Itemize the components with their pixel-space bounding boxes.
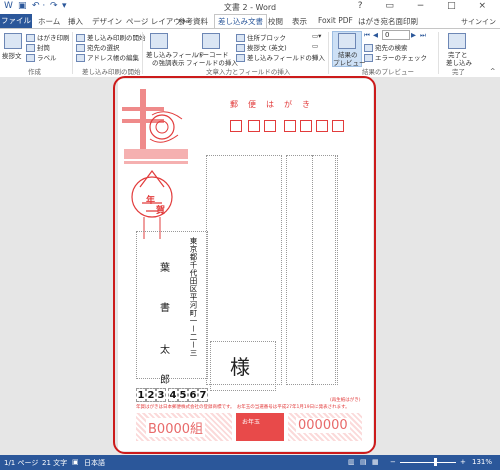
- group-label-fields: 文章入力とフィールドの挿入: [206, 68, 291, 76]
- update-labels-icon[interactable]: ▭: [312, 52, 318, 60]
- record-number-input[interactable]: 0: [382, 30, 410, 40]
- tab-foxit[interactable]: Foxit PDF: [318, 16, 353, 25]
- tab-references[interactable]: 参考資料: [178, 16, 208, 27]
- select-recipients-button[interactable]: 宛先の選択: [76, 42, 120, 52]
- word-count[interactable]: 21 文字: [42, 458, 67, 468]
- zoom-slider[interactable]: [400, 462, 456, 463]
- read-mode-icon[interactable]: ▥: [348, 458, 355, 466]
- collapse-ribbon-icon[interactable]: ^: [490, 67, 495, 75]
- last-record-icon[interactable]: ⏭: [420, 31, 426, 40]
- greeting-button[interactable]: 挨拶文: [2, 50, 22, 60]
- greeting-line-icon: [236, 44, 245, 52]
- ribbon: 挨拶文 はがき印刷 封筒 ラベル 作成 差し込み印刷の開始 宛先の選択 アドレス…: [0, 28, 500, 78]
- window-controls[interactable]: ? ▭ − □ ×: [358, 1, 496, 11]
- tab-design[interactable]: デザイン: [92, 16, 122, 27]
- highlight-fields-icon: [150, 33, 168, 49]
- recipients-icon: [76, 44, 85, 52]
- group-label-finish: 完了: [452, 68, 465, 76]
- start-merge-button[interactable]: 差し込み印刷の開始: [76, 32, 146, 42]
- postcard-icon: [26, 34, 35, 42]
- print-layout-icon[interactable]: ▤: [360, 458, 367, 466]
- zoom-in-icon[interactable]: +: [460, 458, 466, 466]
- highlight-outline: [113, 76, 376, 454]
- edit-list-icon: [76, 54, 85, 62]
- zoom-level[interactable]: 131%: [472, 458, 492, 466]
- tab-insert[interactable]: 挿入: [68, 16, 83, 27]
- web-layout-icon[interactable]: ▦: [372, 458, 379, 466]
- address-block-button[interactable]: 住所ブロック: [236, 32, 286, 42]
- divider: [438, 32, 439, 74]
- preview-icon: [338, 33, 356, 49]
- label-icon: [26, 54, 35, 62]
- insert-field-icon: [236, 54, 245, 62]
- greeting-icon: [4, 33, 22, 49]
- ribbon-tabs: ファイル ホーム 挿入 デザイン ページ レイアウト 参考資料 差し込み文書 校…: [0, 14, 500, 28]
- zoom-out-icon[interactable]: −: [390, 458, 396, 466]
- signin-link[interactable]: サインイン: [461, 17, 496, 27]
- zoom-slider-thumb[interactable]: [434, 458, 437, 466]
- barcode-icon: [202, 33, 220, 49]
- find-icon: [364, 44, 373, 52]
- edit-list-button[interactable]: アドレス帳の編集: [76, 52, 139, 62]
- title-bar: W ▣ ↶ · ↷ ▾ 文書 2 - Word ? ▭ − □ ×: [0, 0, 500, 14]
- tab-file[interactable]: ファイル: [0, 14, 32, 28]
- status-bar: 1/1 ページ 21 文字 ▣ 日本語 ▥ ▤ ▦ − + 131%: [0, 455, 500, 470]
- divider: [72, 32, 73, 74]
- group-label-preview: 結果のプレビュー: [362, 68, 414, 76]
- prev-record-icon[interactable]: ◀: [373, 31, 378, 39]
- first-record-icon[interactable]: ⏮: [364, 31, 370, 40]
- tab-mailings[interactable]: 差し込み文書: [214, 14, 267, 28]
- envelope-icon: [26, 44, 35, 52]
- tab-view[interactable]: 表示: [292, 16, 307, 27]
- divider: [328, 32, 329, 74]
- label-button[interactable]: ラベル: [26, 52, 57, 62]
- divider: [142, 32, 143, 74]
- postcard-print-button[interactable]: はがき印刷: [26, 32, 70, 42]
- rules-icon[interactable]: ▭▾: [312, 32, 321, 40]
- tab-hagaki[interactable]: はがき宛名面印刷: [358, 16, 418, 27]
- next-record-icon[interactable]: ▶: [411, 31, 416, 39]
- language[interactable]: 日本語: [84, 458, 105, 468]
- envelope-button[interactable]: 封筒: [26, 42, 50, 52]
- page-count[interactable]: 1/1 ページ: [4, 458, 38, 468]
- find-recipient-button[interactable]: 宛先の検索: [364, 42, 408, 52]
- group-label-create: 作成: [28, 68, 41, 76]
- address-block-icon: [236, 34, 245, 42]
- tab-review[interactable]: 校閲: [268, 16, 283, 27]
- highlight-fields-button-line2[interactable]: の強調表示: [152, 57, 185, 67]
- document-icon: [76, 34, 85, 42]
- preview-button-label-2: プレビュー: [333, 59, 366, 67]
- proofing-icon[interactable]: ▣: [72, 458, 79, 466]
- greeting-line-button[interactable]: 挨拶文 (英文): [236, 42, 287, 52]
- group-label-start: 差し込み印刷の開始: [82, 68, 141, 76]
- match-fields-icon[interactable]: ▭: [312, 42, 318, 50]
- check-icon: [364, 54, 373, 62]
- finish-merge-icon: [448, 33, 466, 49]
- tab-home[interactable]: ホーム: [38, 16, 60, 27]
- check-errors-button[interactable]: エラーのチェック: [364, 52, 427, 62]
